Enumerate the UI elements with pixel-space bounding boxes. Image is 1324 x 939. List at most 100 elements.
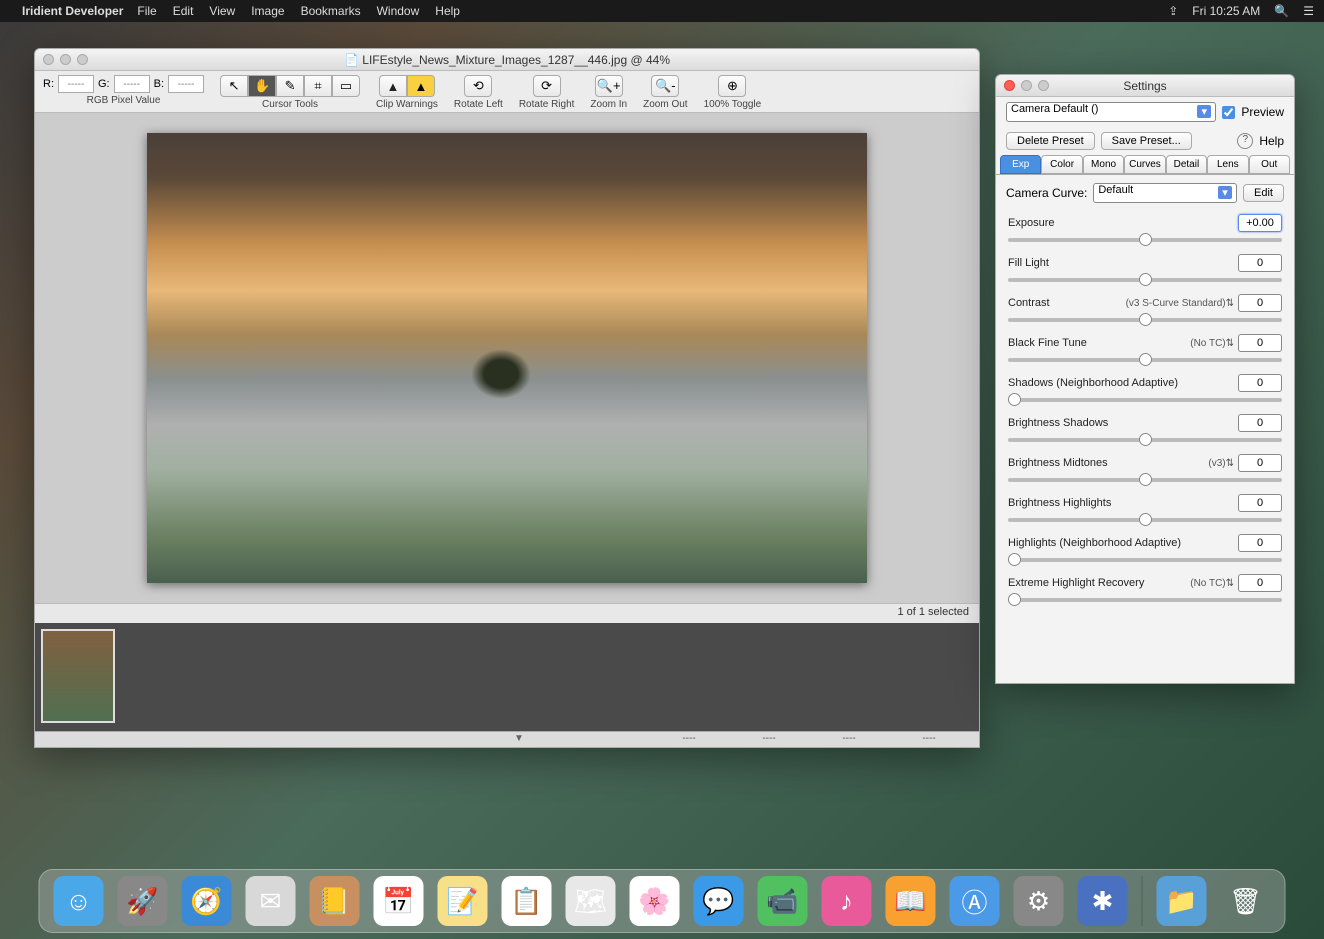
- zoom-out-icon[interactable]: 🔍-: [651, 75, 679, 97]
- eyedropper-tool-icon[interactable]: ✎: [276, 75, 304, 97]
- notification-center-icon[interactable]: ☰: [1303, 4, 1314, 18]
- slider-knob[interactable]: [1008, 393, 1021, 406]
- delete-preset-button[interactable]: Delete Preset: [1006, 132, 1095, 150]
- menu-bookmarks[interactable]: Bookmarks: [301, 4, 361, 18]
- slider-track[interactable]: [1008, 558, 1282, 562]
- settings-titlebar[interactable]: Settings: [996, 75, 1294, 97]
- tab-color[interactable]: Color: [1041, 155, 1082, 174]
- slider-type[interactable]: (No TC)⇅: [1190, 578, 1234, 589]
- camera-curve-select[interactable]: Default: [1093, 183, 1237, 203]
- help-label[interactable]: Help: [1259, 134, 1284, 148]
- dock-contacts-icon[interactable]: 📒: [310, 876, 360, 926]
- slider-knob[interactable]: [1139, 513, 1152, 526]
- dock-launchpad-icon[interactable]: 🚀: [118, 876, 168, 926]
- slider-track[interactable]: [1008, 598, 1282, 602]
- slider-value-input[interactable]: [1238, 334, 1282, 352]
- pointer-tool-icon[interactable]: ↖: [220, 75, 248, 97]
- dock-downloads-icon[interactable]: 📁: [1157, 876, 1207, 926]
- help-icon[interactable]: ?: [1237, 133, 1253, 149]
- slider-track[interactable]: [1008, 238, 1282, 242]
- image-preview[interactable]: [147, 133, 867, 583]
- tab-lens[interactable]: Lens: [1207, 155, 1248, 174]
- collapse-filmstrip-icon[interactable]: ▼: [499, 733, 539, 744]
- edit-curve-button[interactable]: Edit: [1243, 184, 1284, 202]
- slider-value-input[interactable]: [1238, 254, 1282, 272]
- slider-track[interactable]: [1008, 438, 1282, 442]
- tab-out[interactable]: Out: [1249, 155, 1290, 174]
- dock-itunes-icon[interactable]: ♪: [822, 876, 872, 926]
- dock-appstore-icon[interactable]: Ⓐ: [950, 876, 1000, 926]
- dock-reminders-icon[interactable]: 📋: [502, 876, 552, 926]
- dock-messages-icon[interactable]: 💬: [694, 876, 744, 926]
- dock-notes-icon[interactable]: 📝: [438, 876, 488, 926]
- dock-ibooks-icon[interactable]: 📖: [886, 876, 936, 926]
- zoom-in-icon[interactable]: 🔍+: [595, 75, 623, 97]
- menu-file[interactable]: File: [137, 4, 156, 18]
- rotate-left-icon[interactable]: ⟲: [464, 75, 492, 97]
- tab-exp[interactable]: Exp: [1000, 155, 1041, 174]
- clip-highlight-icon[interactable]: ▲: [407, 75, 435, 97]
- crop-tool-icon[interactable]: ⌗: [304, 75, 332, 97]
- slider-track[interactable]: [1008, 518, 1282, 522]
- slider-knob[interactable]: [1139, 353, 1152, 366]
- dock-maps-icon[interactable]: 🗺: [566, 876, 616, 926]
- save-preset-button[interactable]: Save Preset...: [1101, 132, 1192, 150]
- marquee-tool-icon[interactable]: ▭: [332, 75, 360, 97]
- slider-knob[interactable]: [1139, 313, 1152, 326]
- preset-select[interactable]: Camera Default (): [1006, 102, 1216, 122]
- dock-finder-icon[interactable]: ☺: [54, 876, 104, 926]
- slider-value-input[interactable]: [1238, 454, 1282, 472]
- preview-checkbox[interactable]: [1222, 106, 1235, 119]
- dock-trash-icon[interactable]: 🗑: [1221, 876, 1271, 926]
- main-titlebar[interactable]: 📄 LIFEstyle_News_Mixture_Images_1287__44…: [35, 49, 979, 71]
- slider-track[interactable]: [1008, 358, 1282, 362]
- menubar-clock[interactable]: Fri 10:25 AM: [1192, 4, 1260, 18]
- slider-value-input[interactable]: [1238, 534, 1282, 552]
- slider-knob[interactable]: [1139, 433, 1152, 446]
- tab-mono[interactable]: Mono: [1083, 155, 1124, 174]
- menu-window[interactable]: Window: [377, 4, 420, 18]
- slider-value-input[interactable]: [1238, 374, 1282, 392]
- footer-bar: ▼ ---- ---- ---- ----: [35, 731, 979, 747]
- slider-knob[interactable]: [1008, 593, 1021, 606]
- slider-value-input[interactable]: [1238, 494, 1282, 512]
- menu-edit[interactable]: Edit: [173, 4, 194, 18]
- slider-track[interactable]: [1008, 478, 1282, 482]
- image-canvas[interactable]: [35, 113, 979, 603]
- slider-track[interactable]: [1008, 318, 1282, 322]
- rotate-right-icon[interactable]: ⟳: [533, 75, 561, 97]
- slider-track[interactable]: [1008, 278, 1282, 282]
- filmstrip[interactable]: [35, 623, 979, 731]
- dock-mail-icon[interactable]: ✉: [246, 876, 296, 926]
- dock-preferences-icon[interactable]: ⚙: [1014, 876, 1064, 926]
- slider-value-input[interactable]: [1238, 294, 1282, 312]
- slider-knob[interactable]: [1139, 233, 1152, 246]
- slider-type[interactable]: (v3)⇅: [1208, 458, 1234, 469]
- spotlight-icon[interactable]: 🔍: [1274, 4, 1289, 18]
- slider-value-input[interactable]: [1238, 574, 1282, 592]
- menu-view[interactable]: View: [209, 4, 235, 18]
- tab-detail[interactable]: Detail: [1166, 155, 1207, 174]
- hand-tool-icon[interactable]: ✋: [248, 75, 276, 97]
- dock-calendar-icon[interactable]: 📅: [374, 876, 424, 926]
- slider-knob[interactable]: [1139, 273, 1152, 286]
- thumbnail[interactable]: [41, 629, 115, 723]
- dock-safari-icon[interactable]: 🧭: [182, 876, 232, 926]
- slider-value-input[interactable]: [1238, 214, 1282, 232]
- dock-photos-icon[interactable]: 🌸: [630, 876, 680, 926]
- slider-knob[interactable]: [1008, 553, 1021, 566]
- slider-type[interactable]: (v3 S-Curve Standard)⇅: [1126, 298, 1234, 309]
- dock-facetime-icon[interactable]: 📹: [758, 876, 808, 926]
- menu-help[interactable]: Help: [435, 4, 460, 18]
- dock-app-icon[interactable]: ✱: [1078, 876, 1128, 926]
- slider-value-input[interactable]: [1238, 414, 1282, 432]
- menu-image[interactable]: Image: [251, 4, 284, 18]
- zoom-toggle-icon[interactable]: ⊕: [718, 75, 746, 97]
- slider-type[interactable]: (No TC)⇅: [1190, 338, 1234, 349]
- clip-shadow-icon[interactable]: ▲: [379, 75, 407, 97]
- slider-knob[interactable]: [1139, 473, 1152, 486]
- app-name[interactable]: Iridient Developer: [22, 4, 123, 18]
- tab-curves[interactable]: Curves: [1124, 155, 1165, 174]
- menubar-status-icon[interactable]: ⇪: [1168, 4, 1178, 18]
- slider-track[interactable]: [1008, 398, 1282, 402]
